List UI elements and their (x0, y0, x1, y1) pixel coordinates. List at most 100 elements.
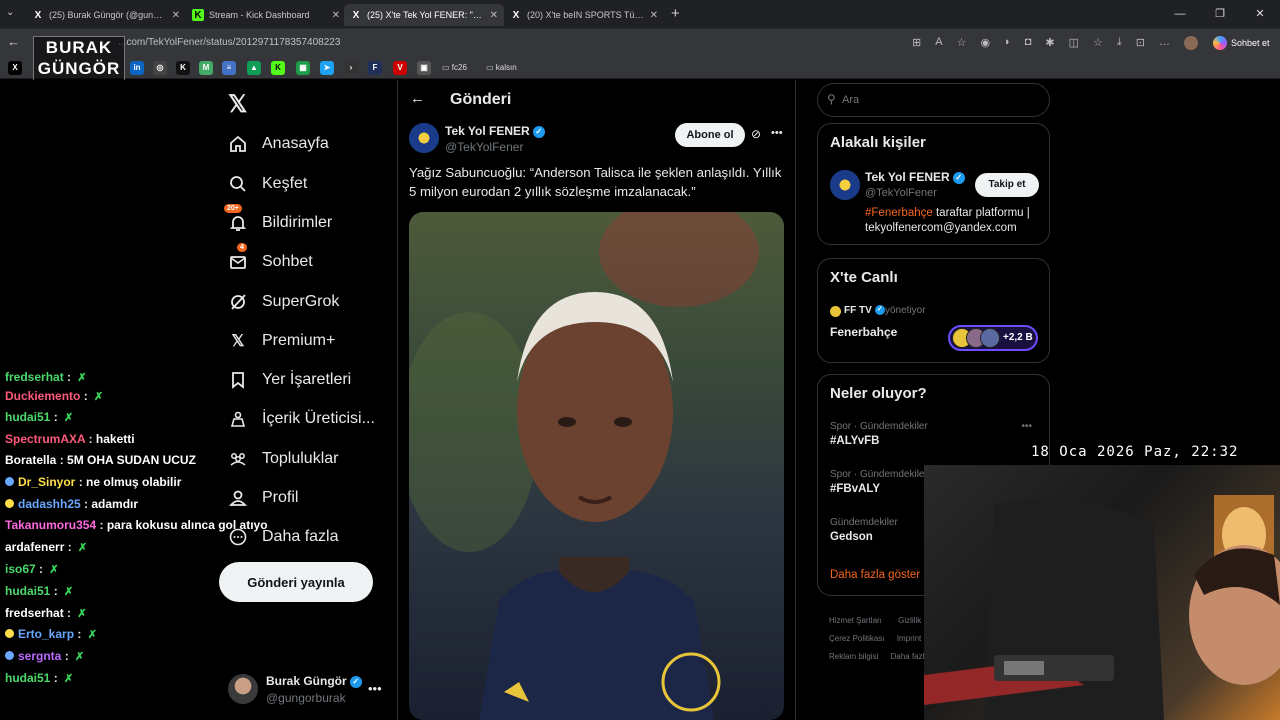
trend-item[interactable]: Spor · Gündemdekiler #ALYvFB ••• (830, 421, 1040, 455)
tab-list-menu-icon[interactable]: ⌄ (6, 7, 14, 18)
nav-chat[interactable]: 4 Sohbet (228, 243, 313, 276)
bookmark-kick2-icon[interactable]: K (271, 61, 285, 75)
back-arrow-icon[interactable]: ← (410, 90, 425, 107)
account-switcher[interactable]: Burak Güngör ✓ @gungorburak ••• (228, 673, 398, 705)
chat-username[interactable]: fredserhat (5, 606, 64, 620)
bookmark-v-icon[interactable]: V (393, 61, 407, 75)
chat-username[interactable]: Erto_karp (18, 627, 74, 641)
related-name[interactable]: Tek Yol FENER ✓ (865, 170, 965, 184)
bookmark-drive-icon[interactable]: ▲ (247, 61, 261, 75)
grok-icon[interactable]: ⊘ (751, 127, 761, 141)
close-tab-icon[interactable]: ✕ (172, 10, 180, 21)
close-window-icon[interactable]: ✕ (1240, 0, 1280, 29)
bookmark-arrow-icon[interactable]: › (344, 61, 358, 75)
live-listeners-pill[interactable]: +2,2 B (948, 325, 1038, 351)
nav-explore[interactable]: Keşfet (228, 170, 307, 198)
tab-kick-dashboard[interactable]: K Stream - Kick Dashboard ✕ (186, 4, 346, 26)
author-avatar[interactable] (409, 123, 439, 153)
post-image[interactable] (409, 212, 784, 720)
chat-username[interactable]: Duckiemento (5, 389, 80, 403)
more-dots-icon[interactable]: ••• (771, 127, 783, 139)
nav-notifications[interactable]: 20+ Bildirimler (224, 204, 332, 237)
nav-premium[interactable]: 𝕏 Premium+ (228, 327, 336, 355)
follow-button[interactable]: Takip et (975, 173, 1039, 197)
footer-link-terms[interactable]: Hizmet Şartları (829, 616, 882, 625)
nav-bookmarks[interactable]: Yer İşaretleri (228, 366, 351, 394)
bookmark-sheets-icon[interactable]: ▦ (296, 61, 310, 75)
puzzle-icon[interactable]: ✱ (1045, 36, 1054, 50)
chat-username[interactable]: Takanumoru354 (5, 518, 96, 532)
tab-bein-sports[interactable]: X (20) X'te beIN SPORTS Türkiye: " ✕ (504, 4, 664, 26)
nav-profile[interactable]: Profil (228, 484, 298, 512)
chat-username[interactable]: hudai51 (5, 584, 50, 598)
url-field[interactable]: ...com/TekYolFener/status/20129711783574… (30, 33, 900, 53)
split-screen-icon[interactable]: ◫ (1069, 36, 1079, 50)
nav-home[interactable]: Anasayfa (228, 130, 329, 158)
live-host[interactable]: FF TV ✓ (844, 305, 885, 316)
bookmark-kick-icon[interactable]: K (176, 61, 190, 75)
nav-supergrok[interactable]: SuperGrok (228, 288, 339, 316)
chat-username[interactable]: hudai51 (5, 410, 50, 424)
post-author-name[interactable]: Tek Yol FENER ✓ (445, 124, 545, 138)
nav-more[interactable]: Daha fazla (228, 523, 339, 551)
bookmark-folder-fc26[interactable]: ▭ fc26 (442, 60, 467, 76)
chat-username[interactable]: Dr_Sinyor (18, 475, 75, 489)
download-icon[interactable]: ⤓ (1117, 36, 1122, 50)
bookmark-fb-icon[interactable]: F (368, 61, 382, 75)
post-button[interactable]: Gönderi yayınla (219, 562, 373, 602)
tab-current-post[interactable]: X (25) X'te Tek Yol FENER: "Yağız Sab...… (344, 4, 504, 26)
bookmark-gmail-icon[interactable]: M (199, 61, 213, 75)
minimize-icon[interactable]: — (1160, 0, 1200, 29)
related-handle[interactable]: @TekYolFener (865, 187, 937, 199)
close-tab-icon[interactable]: ✕ (332, 10, 340, 21)
more-dots-icon[interactable]: ••• (1021, 421, 1032, 432)
profile-avatar-icon[interactable] (1183, 36, 1198, 50)
footer-link-ads[interactable]: Reklam bilgisi (829, 652, 878, 661)
subscribe-button[interactable]: Abone ol (675, 123, 745, 147)
close-tab-icon[interactable]: ✕ (490, 10, 498, 21)
settings-more-icon[interactable]: … (1159, 36, 1170, 50)
bookmark-linkedin-icon[interactable]: in (130, 61, 144, 75)
chat-username[interactable]: iso67 (5, 562, 36, 576)
related-avatar[interactable] (830, 170, 860, 200)
tab-profile[interactable]: X (25) Burak Güngör (@gungorburak) ✕ (26, 4, 186, 26)
new-tab-icon[interactable]: + (671, 5, 680, 22)
back-arrow-icon[interactable]: ← (7, 34, 20, 49)
favorites-icon[interactable]: ☆ (1093, 36, 1103, 50)
post-author-handle[interactable]: @TekYolFener (445, 140, 523, 154)
chat-username[interactable]: sergnta (18, 649, 61, 663)
footer-link-imprint[interactable]: Imprint (897, 634, 921, 643)
close-tab-icon[interactable]: ✕ (650, 10, 658, 21)
live-space-name[interactable]: Fenerbahçe (830, 325, 897, 339)
chat-username[interactable]: dadashh25 (18, 497, 81, 511)
extension-icon[interactable]: ◉ (980, 36, 990, 50)
bookmark-bag-icon[interactable]: ▣ (417, 61, 431, 75)
search-input[interactable]: ⚲ Ara (817, 83, 1050, 117)
read-aloud-icon[interactable]: A (935, 36, 942, 50)
bookmark-openai-icon[interactable]: ◎ (153, 61, 167, 75)
show-more-link[interactable]: Daha fazla göster (830, 569, 920, 581)
favorite-star-icon[interactable]: ☆ (957, 36, 967, 50)
performance-icon[interactable]: ⊡ (1136, 36, 1145, 50)
chat-username[interactable]: ardafenerr (5, 540, 64, 554)
x-logo-icon[interactable]: 𝕏 (228, 90, 247, 119)
nav-communities[interactable]: Topluluklar (228, 445, 338, 473)
copilot-button[interactable]: Sohbet et (1213, 33, 1270, 53)
maximize-icon[interactable]: ❐ (1200, 0, 1240, 29)
apps-icon[interactable]: ⊞ (912, 36, 921, 50)
footer-link-privacy[interactable]: Gizlilik (898, 616, 921, 625)
screenshot-icon[interactable]: ◘ (1025, 36, 1032, 50)
chat-username[interactable]: Boratella (5, 453, 56, 467)
bio-hashtag-link[interactable]: #Fenerbahçe (865, 207, 933, 219)
chat-username[interactable]: SpectrumAXA (5, 432, 85, 446)
audio-icon[interactable]: ◗ (1004, 36, 1011, 50)
footer-link-cookies[interactable]: Çerez Politikası (829, 634, 885, 643)
chat-username[interactable]: fredserhat (5, 370, 64, 384)
chat-username[interactable]: hudai51 (5, 671, 50, 685)
bookmark-folder-kalsin[interactable]: ▭ kalsın (486, 60, 517, 76)
bookmark-telegram-icon[interactable]: ➤ (320, 61, 334, 75)
nav-creator-studio[interactable]: İçerik Üreticisi... (228, 405, 375, 433)
bookmark-x-icon[interactable]: X (8, 61, 22, 75)
bookmark-docs-icon[interactable]: ≡ (222, 61, 236, 75)
more-dots-icon[interactable]: ••• (368, 681, 382, 696)
